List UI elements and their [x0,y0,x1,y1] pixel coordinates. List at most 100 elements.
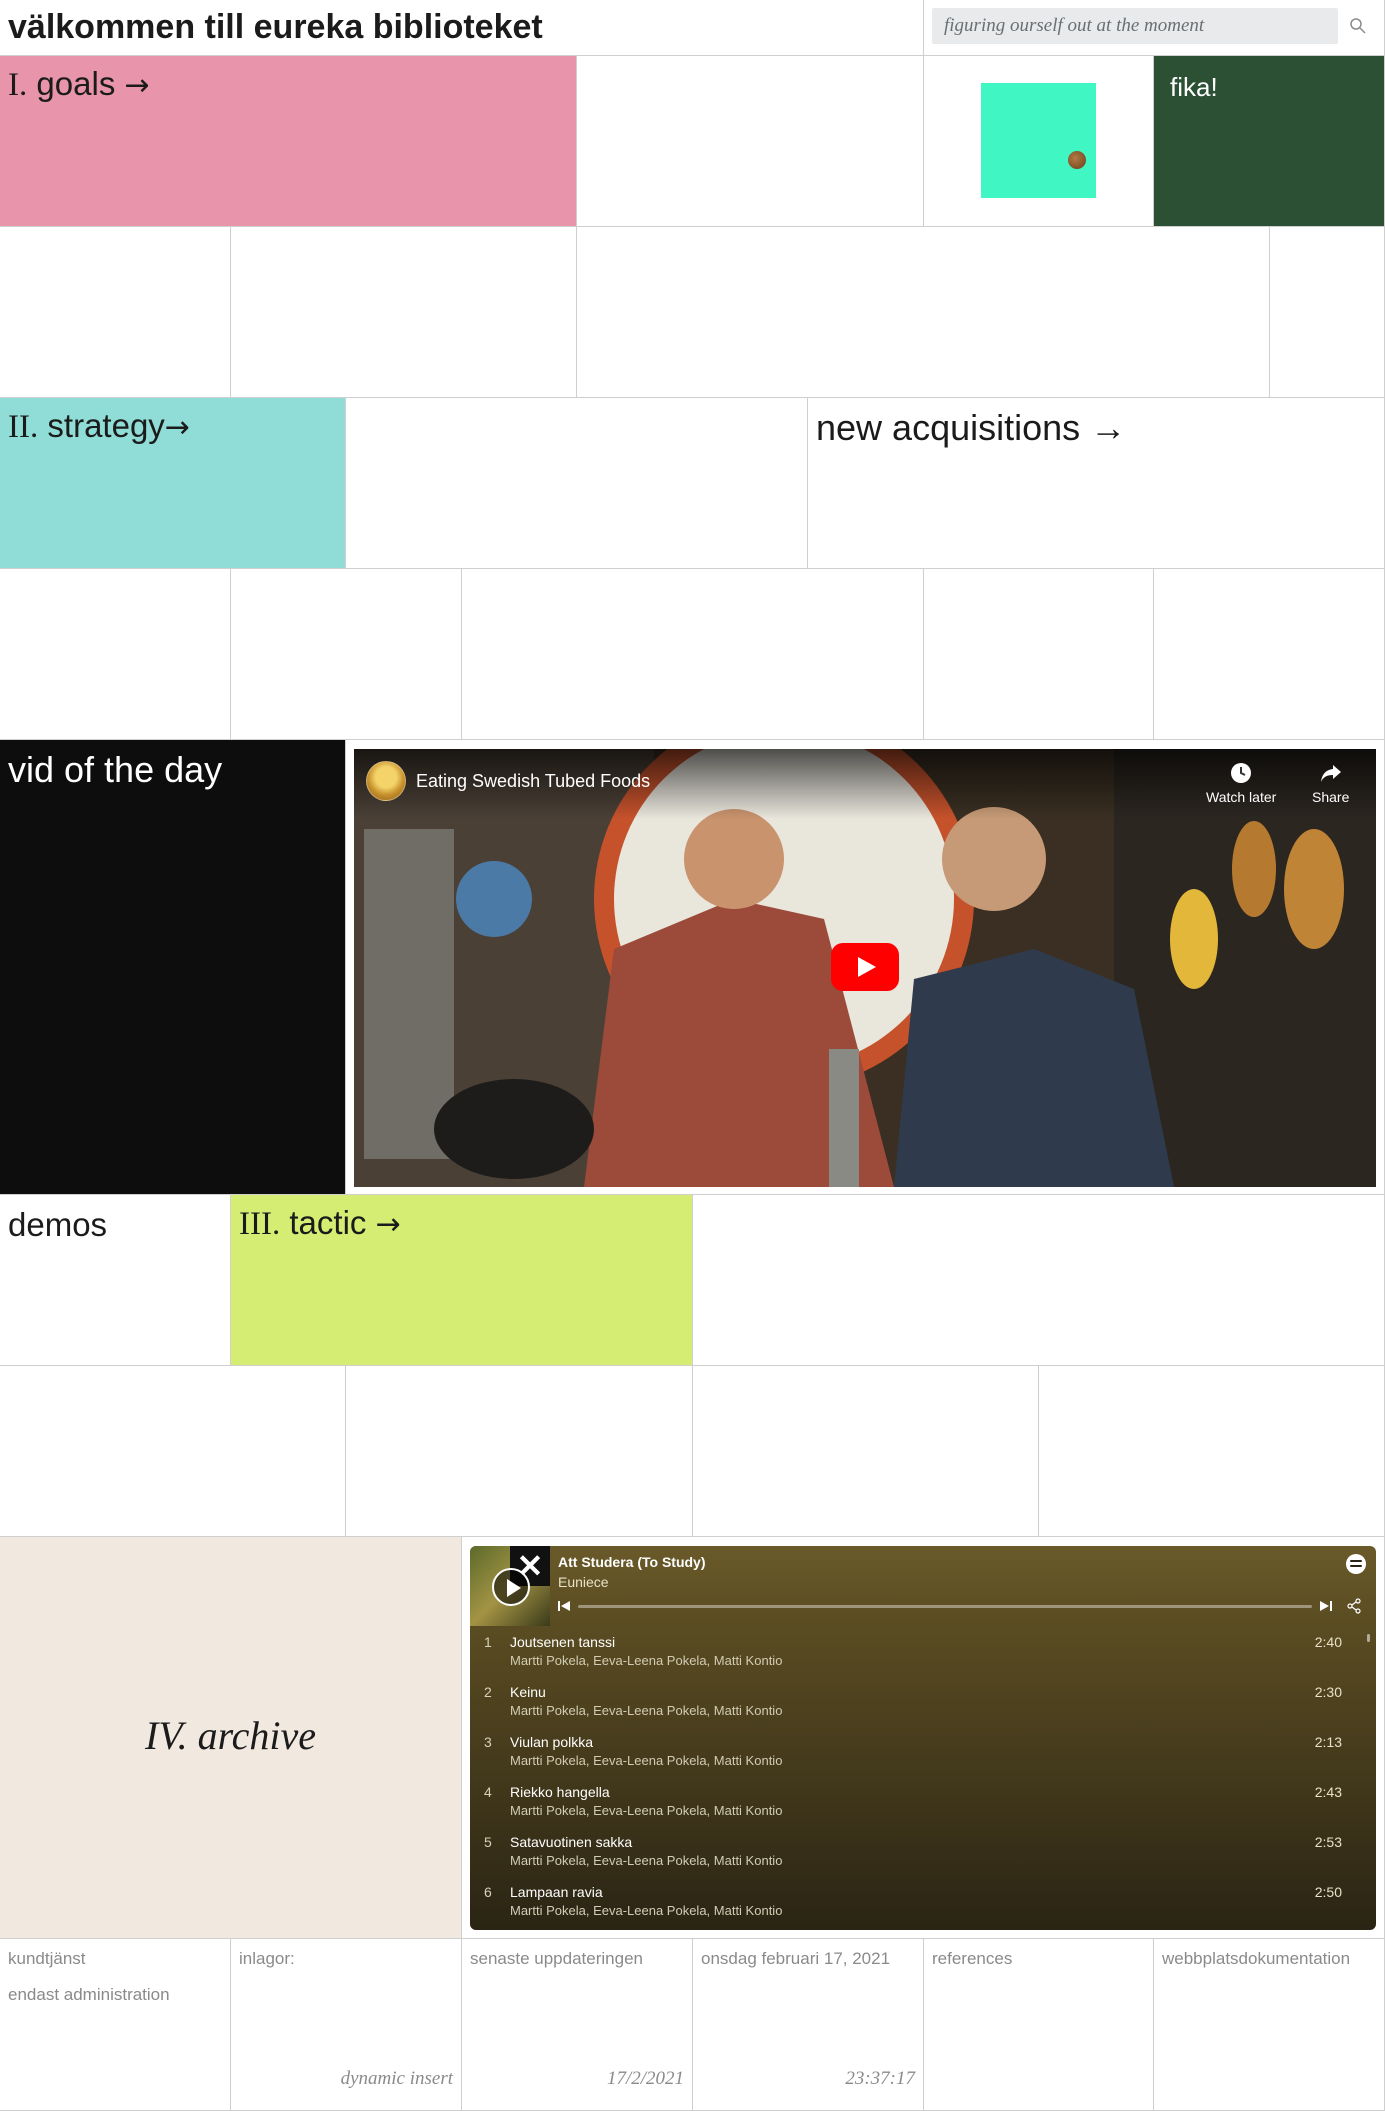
track-name: Lampaan ravia [510,1884,603,1900]
empty-cell [0,1366,346,1537]
share-button[interactable]: Share [1312,761,1349,805]
arrow-right-icon: → [164,410,190,445]
track-row[interactable]: 6 Lampaan ravia Martti Pokela, Eeva-Leen… [470,1878,1376,1928]
arrow-right-icon: → [124,68,150,103]
share-label: Share [1312,789,1350,805]
empty-cell [231,227,577,398]
docs-link[interactable]: webbplatsdokumentation [1162,1949,1350,1969]
inlagor-value: dynamic insert [340,2068,453,2089]
track-artists: Martti Pokela, Eeva-Leena Pokela, Matti … [510,1903,783,1918]
track-duration: 2:43 [1314,1784,1342,1800]
track-name: Joutsenen tanssi [510,1634,616,1650]
video-player[interactable]: Eating Swedish Tubed Foods Watch later S… [354,749,1376,1187]
progress-track[interactable] [578,1605,1312,1608]
channel-avatar[interactable] [366,761,406,801]
track-number: 2 [484,1684,492,1700]
footer-date-cell: onsdag februari 17, 2021 23:37:17 [693,1939,924,2111]
track-row[interactable]: 5 Satavuotinen sakka Martti Pokela, Eeva… [470,1828,1376,1878]
track-artists: Martti Pokela, Eeva-Leena Pokela, Matti … [510,1703,783,1718]
empty-cell [1039,1366,1385,1537]
footer-references-cell: references [924,1939,1154,2111]
track-name: Riekko hangella [510,1784,610,1800]
kundtjanst-link[interactable]: kundtjänst [8,1949,86,1969]
track-number: 1 [484,1634,492,1650]
spotify-logo-icon[interactable] [1346,1554,1366,1574]
empty-cell [346,398,808,569]
track-duration: 2:13 [1314,1734,1342,1750]
album-artist[interactable]: Euniece [558,1574,609,1590]
track-artists: Martti Pokela, Eeva-Leena Pokela, Matti … [510,1653,783,1668]
page-title: välkommen till eureka biblioteket [8,8,543,46]
track-number: 3 [484,1734,492,1750]
footer-senaste-cell: senaste uppdateringen 17/2/2021 [462,1939,693,2111]
track-artists: Martti Pokela, Eeva-Leena Pokela, Matti … [510,1753,783,1768]
tracklist: 1 Joutsenen tanssi Martti Pokela, Eeva-L… [470,1628,1376,1928]
strategy-tile[interactable]: II. strategy→ [0,398,346,569]
inlagor-label: inlagor: [239,1949,295,1968]
tactic-numeral: III. [239,1206,281,1242]
previous-track-icon[interactable] [558,1600,570,1612]
video-title[interactable]: Eating Swedish Tubed Foods [416,771,650,792]
senaste-value: 17/2/2021 [606,2068,684,2089]
track-row[interactable]: 1 Joutsenen tanssi Martti Pokela, Eeva-L… [470,1628,1376,1678]
footer-inlagor-cell: inlagor: dynamic insert [231,1939,462,2111]
vid-of-the-day-label: vid of the day [8,749,223,790]
current-time: 23:37:17 [845,2068,915,2089]
watch-later-label: Watch later [1206,789,1277,805]
references-link[interactable]: references [932,1949,1012,1969]
empty-cell [924,569,1154,740]
empty-cell [693,1195,1385,1366]
share-arrow-icon [1320,765,1341,782]
album-title[interactable]: Att Studera (To Study) [558,1554,706,1570]
track-duration: 2:40 [1314,1634,1342,1650]
goals-link[interactable]: I. goals → [8,64,150,106]
spotify-embed[interactable]: ✕ Att Studera (To Study) Euniece 1 Jouts… [470,1546,1376,1930]
arrow-right-icon: → [375,1207,401,1242]
track-duration: 2:30 [1314,1684,1342,1700]
goals-tile[interactable]: I. goals → [0,56,577,227]
strategy-label: strategy [47,407,165,444]
mint-square [981,83,1096,198]
empty-cell [0,569,231,740]
strategy-link[interactable]: II. strategy→ [8,406,190,448]
new-acquisitions-tile[interactable]: new acquisitions → [808,398,1385,569]
current-date: onsdag februari 17, 2021 [701,1949,891,1968]
footer-docs-cell: webbplatsdokumentation [1154,1939,1385,2111]
archive-link[interactable]: IV. archive [0,1712,461,1759]
tactic-tile[interactable]: III. tactic → [231,1195,693,1366]
search-icon[interactable] [1348,16,1368,36]
fika-tile[interactable]: fika! [1154,56,1385,227]
play-button[interactable] [831,943,899,991]
share-icon[interactable] [1346,1598,1362,1614]
track-number: 6 [484,1884,492,1900]
mint-square-cell [924,56,1154,227]
track-row[interactable]: 3 Viulan polkka Martti Pokela, Eeva-Leen… [470,1728,1376,1778]
search-input[interactable] [932,8,1338,44]
spotify-play-button[interactable] [492,1568,530,1606]
track-name: Satavuotinen sakka [510,1834,633,1850]
track-name: Keinu [510,1684,546,1700]
header-title-cell: välkommen till eureka biblioteket [0,0,924,56]
archive-tile[interactable]: IV. archive [0,1537,462,1939]
empty-cell [577,227,1270,398]
new-acquisitions-link[interactable]: new acquisitions → [816,406,1126,450]
empty-cell [577,56,924,227]
next-track-icon[interactable] [1320,1600,1332,1612]
goals-label: goals [36,65,116,102]
fika-label: fika! [1170,72,1218,102]
track-row[interactable]: 4 Riekko hangella Martti Pokela, Eeva-Le… [470,1778,1376,1828]
watch-later-button[interactable]: Watch later [1206,761,1276,805]
demos-label: demos [8,1206,108,1243]
admin-link[interactable]: endast administration [8,1985,170,2005]
goals-numeral: I. [8,67,28,103]
demos-tile[interactable]: demos [0,1195,231,1366]
tactic-link[interactable]: III. tactic → [239,1203,401,1245]
empty-cell [1154,569,1385,740]
empty-cell [0,227,231,398]
track-number: 5 [484,1834,492,1850]
track-artists: Martti Pokela, Eeva-Leena Pokela, Matti … [510,1803,783,1818]
track-duration: 2:50 [1314,1884,1342,1900]
empty-cell [346,1366,693,1537]
vid-of-the-day-tile: vid of the day [0,740,346,1195]
track-row[interactable]: 2 Keinu Martti Pokela, Eeva-Leena Pokela… [470,1678,1376,1728]
